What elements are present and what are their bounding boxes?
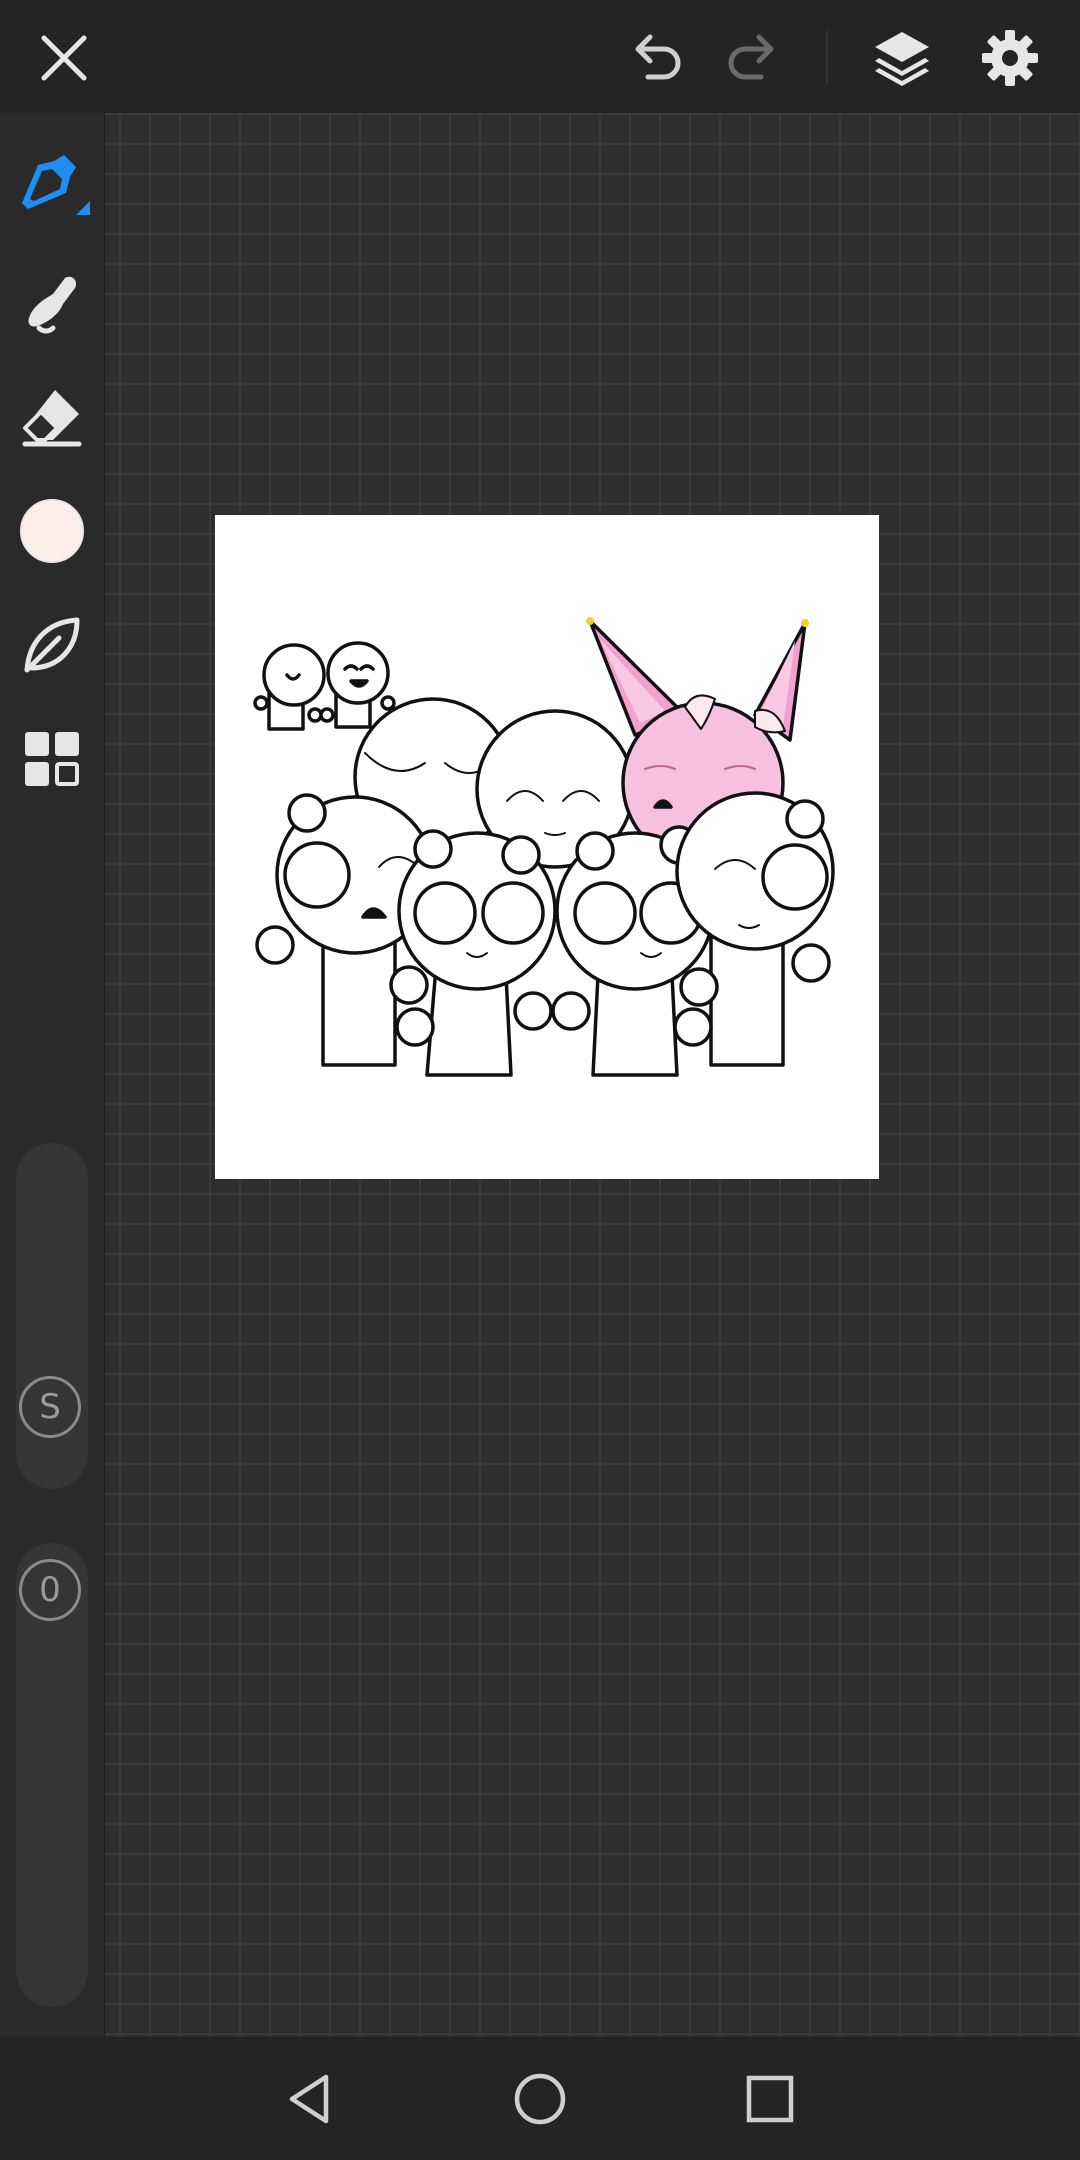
settings-button[interactable] — [970, 18, 1050, 98]
brush-library-button[interactable] — [12, 605, 92, 685]
redo-icon — [728, 34, 774, 80]
eraser-icon — [22, 390, 82, 447]
top-toolbar — [0, 0, 1080, 113]
redo-button[interactable] — [713, 18, 793, 98]
toolbar-divider — [826, 30, 828, 84]
close-button[interactable] — [24, 18, 104, 98]
smudge-icon — [28, 276, 77, 334]
close-icon — [41, 35, 87, 81]
size-slider-label: S — [39, 1387, 61, 1427]
smudge-tool-button[interactable] — [12, 263, 92, 343]
more-tools-button[interactable] — [12, 719, 92, 799]
size-slider-knob[interactable]: S — [19, 1376, 81, 1438]
layers-icon — [875, 32, 929, 86]
leaf-icon — [24, 617, 80, 673]
system-navigation-bar — [0, 2037, 1080, 2160]
layers-button[interactable] — [862, 18, 942, 98]
nav-home-button[interactable] — [498, 2057, 582, 2141]
pen-icon — [22, 155, 90, 215]
brush-opacity-slider[interactable]: 0 — [16, 1543, 88, 2007]
undo-icon — [635, 34, 681, 80]
gear-icon — [982, 30, 1038, 86]
grid-icon — [25, 732, 79, 786]
brush-size-slider[interactable]: S — [16, 1143, 88, 1489]
recents-square-icon — [746, 2075, 794, 2123]
tool-sidebar: S 0 — [0, 113, 105, 2037]
opacity-slider-knob[interactable]: 0 — [19, 1559, 81, 1621]
drawing-app: S 0 — [0, 0, 1080, 2160]
nav-back-button[interactable] — [268, 2057, 352, 2141]
undo-button[interactable] — [616, 18, 696, 98]
artwork-illustration — [253, 617, 835, 1077]
canvas-workspace[interactable] — [105, 113, 1080, 2037]
back-triangle-icon — [289, 2074, 329, 2124]
nav-recents-button[interactable] — [728, 2057, 812, 2141]
current-color-swatch — [20, 499, 84, 563]
pen-tool-button[interactable] — [12, 149, 92, 229]
color-picker-button[interactable] — [12, 491, 92, 571]
home-circle-icon — [514, 2073, 566, 2125]
drawing-canvas[interactable] — [215, 515, 879, 1179]
eraser-tool-button[interactable] — [12, 377, 92, 457]
opacity-slider-label: 0 — [39, 1570, 61, 1610]
